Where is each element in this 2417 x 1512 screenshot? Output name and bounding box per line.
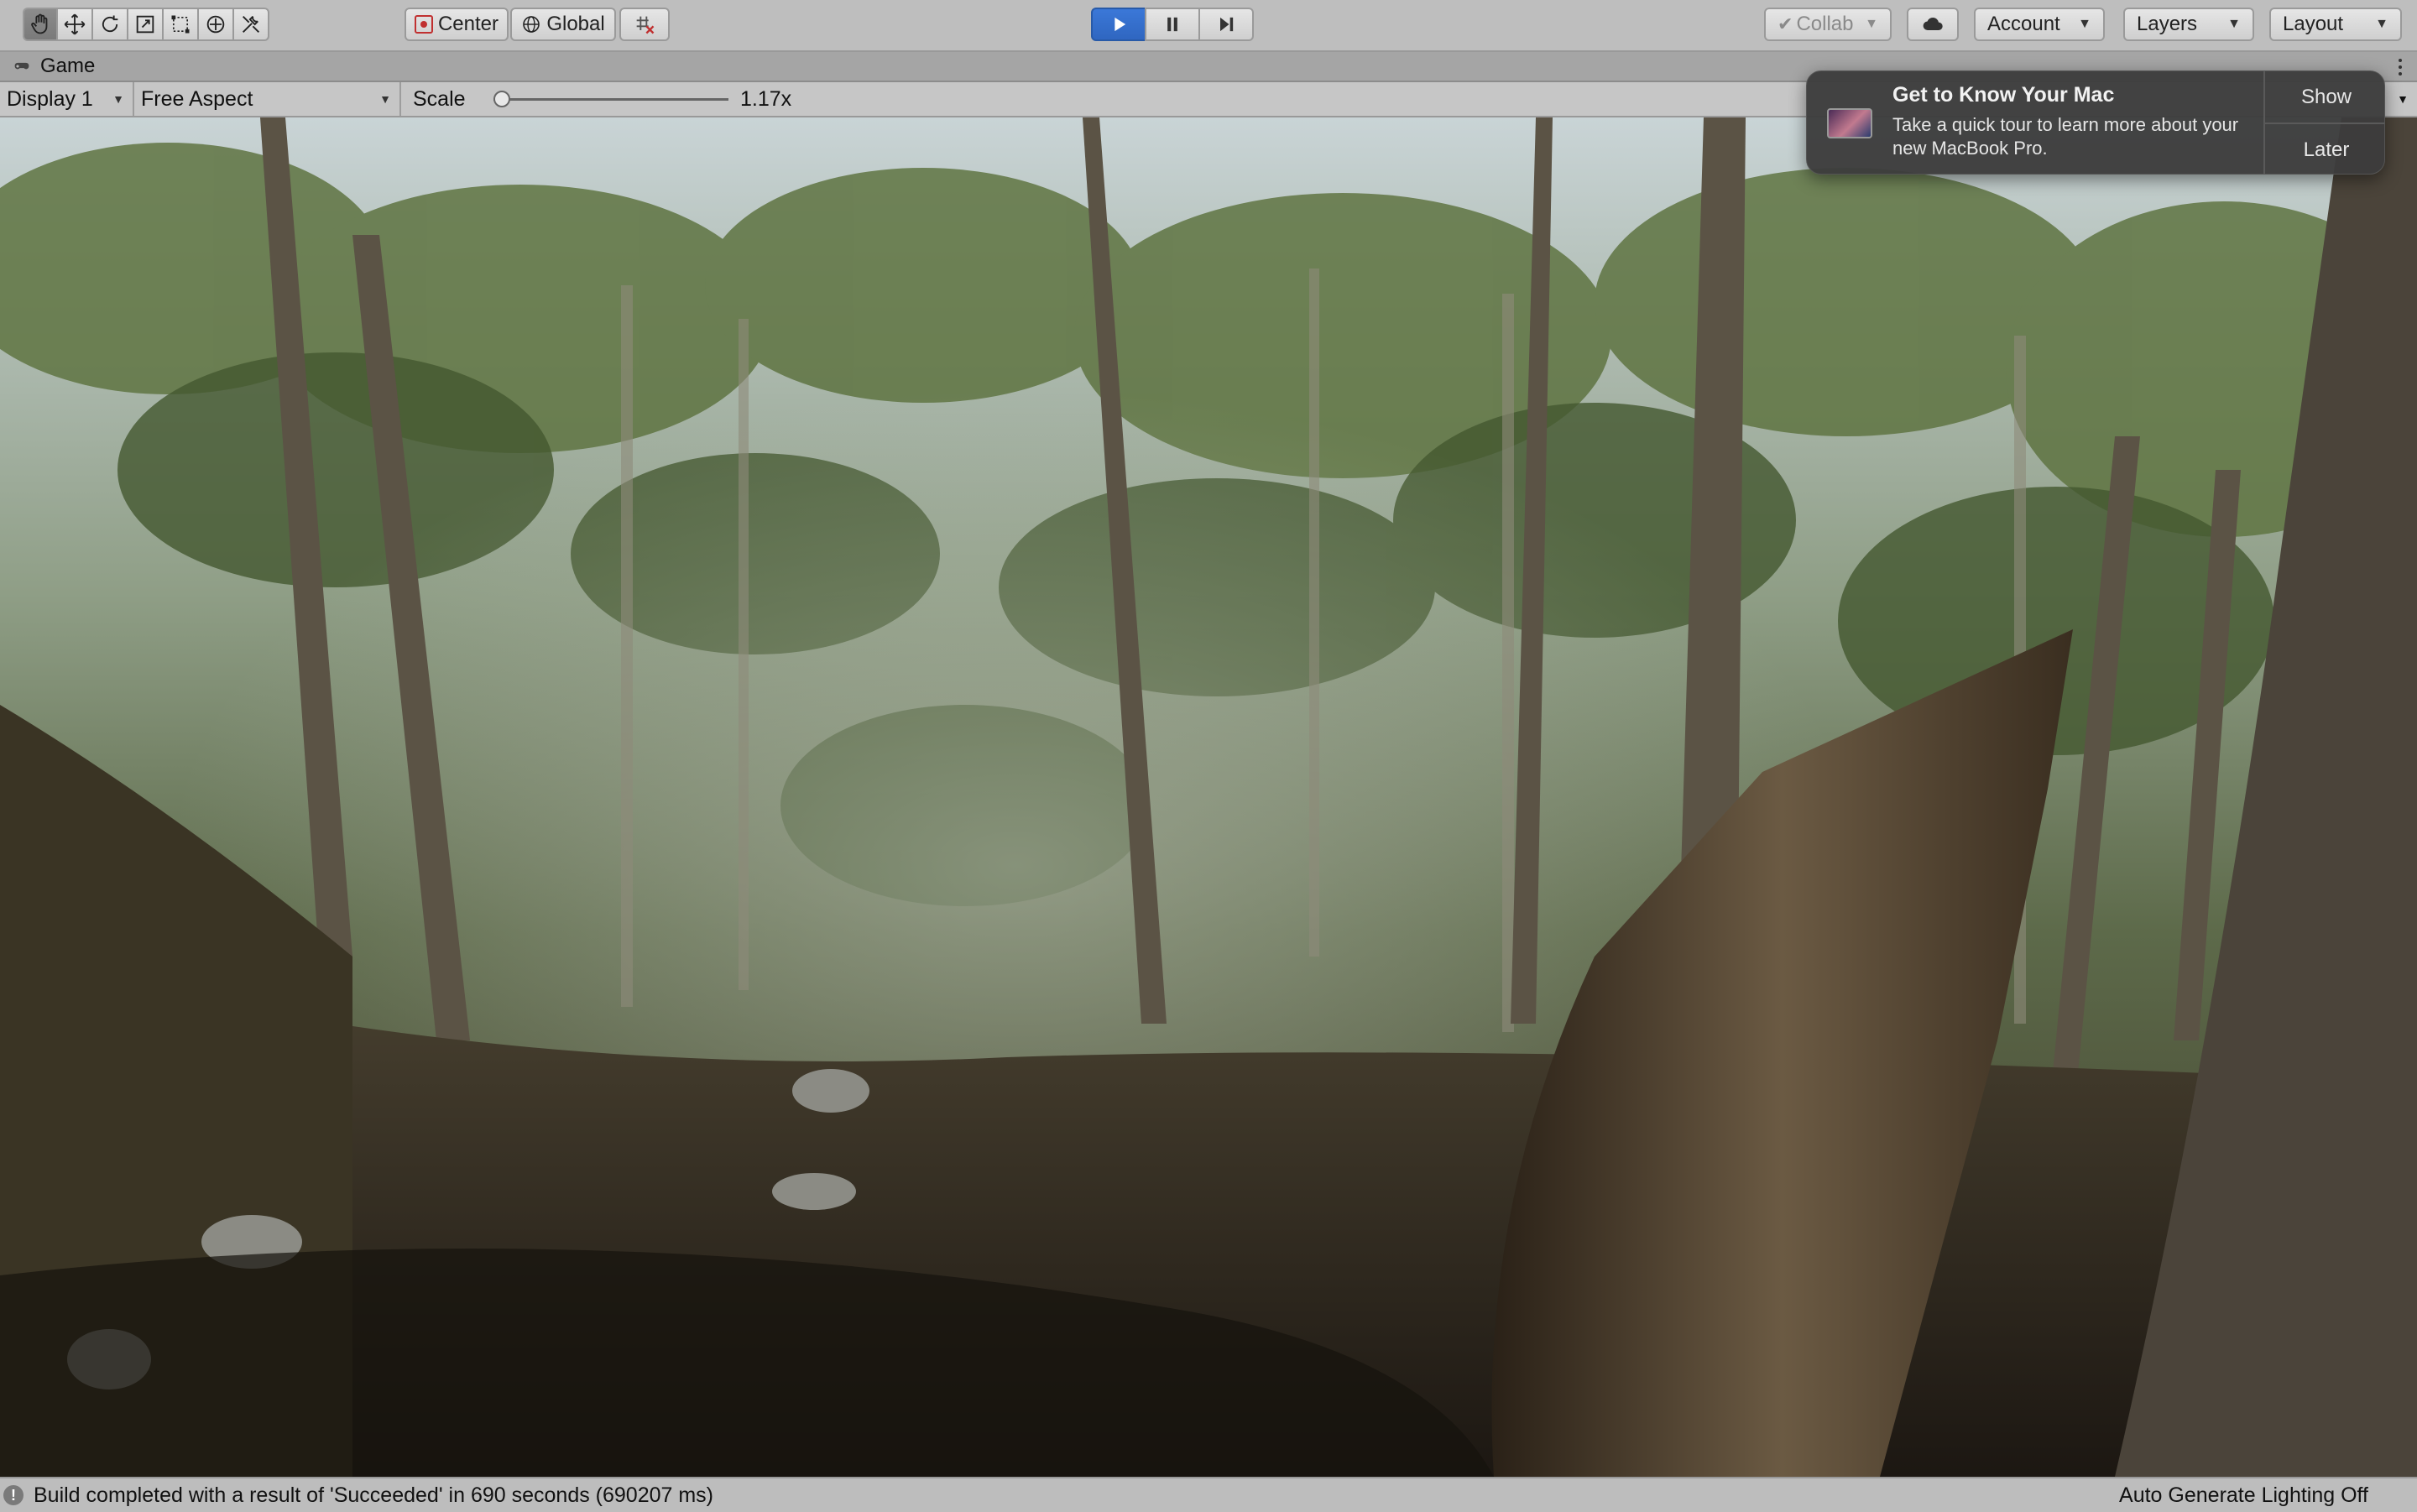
status-bar: ! Build completed with a result of 'Succ… — [0, 1477, 2417, 1512]
pivot-rotation-button[interactable]: Global — [510, 8, 616, 41]
forest-scene-image — [0, 117, 2417, 1477]
pause-icon[interactable] — [1145, 8, 1200, 41]
show-button[interactable]: Show — [2265, 71, 2384, 124]
aspect-label: Free Aspect — [141, 86, 253, 111]
step-icon[interactable] — [1198, 8, 1254, 41]
pivot-center-button[interactable]: Center — [405, 8, 509, 41]
pivot-icon — [414, 15, 433, 34]
macbook-icon — [1827, 108, 1872, 138]
checkmark-icon: ✔ — [1778, 13, 1793, 34]
scale-value: 1.17x — [740, 87, 792, 111]
pivot-label: Center — [437, 13, 499, 35]
transform-icon[interactable] — [197, 8, 234, 41]
layout-dropdown[interactable]: Layout ▼ — [2269, 8, 2402, 41]
tab-label: Game — [40, 55, 96, 77]
account-label: Account — [1987, 13, 2060, 35]
custom-tools-icon[interactable] — [232, 8, 269, 41]
chevron-down-icon: ▼ — [379, 92, 391, 106]
play-icon[interactable] — [1091, 8, 1146, 41]
globe-icon — [521, 14, 541, 34]
info-icon: ! — [3, 1485, 23, 1505]
scale-icon[interactable] — [127, 8, 164, 41]
main-toolbar: Center Global ✔ Collab ▼ Account ▼ Layer… — [0, 0, 2417, 52]
chevron-down-icon: ▼ — [2375, 17, 2388, 31]
scale-label: Scale — [413, 87, 466, 111]
space-label: Global — [546, 13, 605, 35]
scale-slider-track[interactable] — [493, 98, 728, 101]
aspect-dropdown[interactable]: Free Aspect ▼ — [134, 82, 401, 116]
collab-dropdown[interactable]: ✔ Collab ▼ — [1764, 8, 1892, 41]
lighting-status[interactable]: Auto Generate Lighting Off — [2119, 1478, 2368, 1512]
layout-label: Layout — [2283, 13, 2344, 35]
notification-title: Get to Know Your Mac — [1892, 83, 2115, 107]
grid-snap-icon[interactable] — [619, 8, 670, 41]
game-controller-icon — [10, 58, 34, 75]
notification-body: Take a quick tour to learn more about yo… — [1892, 114, 2239, 159]
status-message[interactable]: Build completed with a result of 'Succee… — [34, 1478, 713, 1512]
later-button[interactable]: Later — [2265, 124, 2384, 174]
chevron-down-icon: ▼ — [1865, 17, 1878, 31]
gizmos-dropdown-arrow[interactable]: ▼ — [2397, 82, 2409, 116]
hand-icon[interactable] — [23, 8, 58, 41]
notification-actions: Show Later — [2263, 71, 2384, 174]
rect-transform-icon[interactable] — [162, 8, 199, 41]
account-dropdown[interactable]: Account ▼ — [1974, 8, 2105, 41]
notification-banner: Get to Know Your Mac Take a quick tour t… — [1806, 70, 2385, 175]
move-arrows-icon[interactable] — [56, 8, 93, 41]
collab-label: Collab — [1796, 13, 1854, 35]
kebab-menu-icon[interactable] — [2392, 55, 2409, 79]
display-label: Display 1 — [7, 86, 93, 111]
rotate-icon[interactable] — [91, 8, 128, 41]
tab-game[interactable]: Game — [10, 54, 95, 79]
scale-slider-handle[interactable] — [493, 91, 510, 107]
chevron-down-icon: ▼ — [2227, 17, 2241, 31]
layers-dropdown[interactable]: Layers ▼ — [2123, 8, 2254, 41]
game-viewport[interactable] — [0, 117, 2417, 1477]
layers-label: Layers — [2137, 13, 2198, 35]
display-dropdown[interactable]: Display 1 ▼ — [0, 82, 134, 116]
chevron-down-icon: ▼ — [112, 92, 124, 106]
chevron-down-icon: ▼ — [2078, 17, 2091, 31]
cloud-icon[interactable] — [1907, 8, 1959, 41]
